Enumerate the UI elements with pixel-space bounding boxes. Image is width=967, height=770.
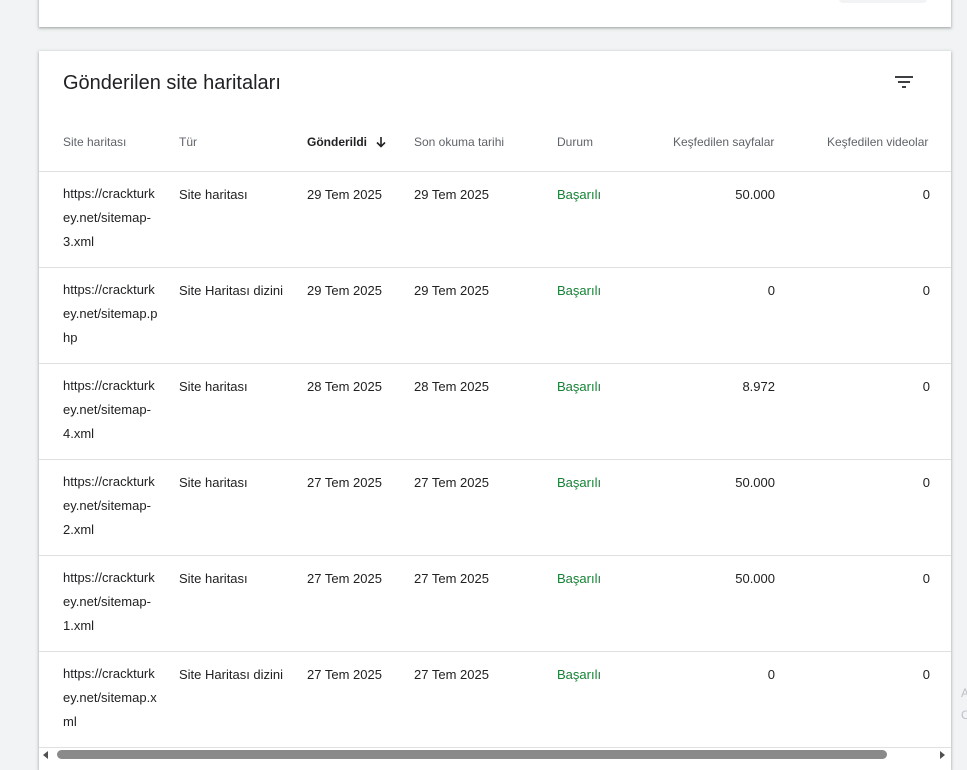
- cell-discovered-pages: 0: [767, 667, 775, 682]
- edge-text: A C: [961, 682, 967, 726]
- cell-last-read: 28 Tem 2025: [414, 379, 489, 394]
- cell-discovered-pages: 8.972: [742, 379, 775, 394]
- scroll-right-icon[interactable]: [940, 751, 945, 759]
- cell-submitted: 29 Tem 2025: [307, 283, 382, 298]
- cell-submitted: 27 Tem 2025: [307, 571, 382, 586]
- column-header-submitted[interactable]: Gönderildi: [307, 135, 387, 151]
- cell-discovered-videos: 0: [922, 379, 930, 394]
- cell-sitemap[interactable]: https://crackturkey.net/sitemap.xml: [63, 662, 159, 734]
- cell-last-read: 29 Tem 2025: [414, 187, 489, 202]
- cell-discovered-pages: 50.000: [735, 187, 775, 202]
- edge-text-line: A: [961, 686, 967, 700]
- cell-discovered-pages: 50.000: [735, 475, 775, 490]
- table-row[interactable]: https://crackturkey.net/sitemap.xml Site…: [39, 652, 951, 748]
- arrow-down-icon: [375, 136, 387, 151]
- filter-list-icon[interactable]: [892, 70, 916, 94]
- cell-type: Site Haritası dizini: [179, 283, 284, 298]
- cell-last-read: 27 Tem 2025: [414, 667, 489, 682]
- table-row[interactable]: https://crackturkey.net/sitemap-1.xml Si…: [39, 556, 951, 652]
- cell-status: Başarılı: [557, 187, 602, 202]
- cell-discovered-videos: 0: [922, 571, 930, 586]
- cell-discovered-videos: 0: [922, 187, 930, 202]
- cell-type: Site haritası: [179, 187, 248, 202]
- table-row[interactable]: https://crackturkey.net/sitemap-2.xml Si…: [39, 460, 951, 556]
- cell-type: Site haritası: [179, 475, 248, 490]
- cell-last-read: 29 Tem 2025: [414, 283, 489, 298]
- table-body: https://crackturkey.net/sitemap-3.xml Si…: [39, 172, 951, 748]
- submitted-sitemaps-card: Gönderilen site haritaları Site haritası…: [39, 51, 951, 770]
- cell-discovered-pages: 0: [767, 283, 775, 298]
- cell-sitemap[interactable]: https://crackturkey.net/sitemap.php: [63, 278, 159, 350]
- horizontal-scrollbar[interactable]: [39, 749, 951, 761]
- cell-discovered-videos: 0: [922, 283, 930, 298]
- cell-discovered-videos: 0: [922, 667, 930, 682]
- table-row[interactable]: https://crackturkey.net/sitemap-3.xml Si…: [39, 172, 951, 268]
- column-header-status[interactable]: Durum: [557, 135, 593, 149]
- cell-submitted: 28 Tem 2025: [307, 379, 382, 394]
- scrollbar-thumb[interactable]: [57, 750, 887, 759]
- table-row[interactable]: https://crackturkey.net/sitemap.php Site…: [39, 268, 951, 364]
- column-header-last-read[interactable]: Son okuma tarihi: [414, 135, 504, 149]
- cell-sitemap[interactable]: https://crackturkey.net/sitemap-3.xml: [63, 182, 159, 254]
- cell-submitted: 27 Tem 2025: [307, 475, 382, 490]
- cell-type: Site Haritası dizini: [179, 667, 284, 682]
- column-header-submitted-label: Gönderildi: [307, 135, 367, 149]
- column-header-sitemap[interactable]: Site haritası: [63, 135, 126, 149]
- cell-last-read: 27 Tem 2025: [414, 475, 489, 490]
- cell-submitted: 29 Tem 2025: [307, 187, 382, 202]
- cell-sitemap[interactable]: https://crackturkey.net/sitemap-1.xml: [63, 566, 159, 638]
- cell-status: Başarılı: [557, 379, 602, 394]
- scroll-left-icon[interactable]: [43, 751, 48, 759]
- cell-last-read: 27 Tem 2025: [414, 571, 489, 586]
- column-header-discovered-videos[interactable]: Keşfedilen videolar: [827, 135, 928, 149]
- cell-status: Başarılı: [557, 667, 602, 682]
- cell-type: Site haritası: [179, 571, 248, 586]
- previous-card: [39, 0, 951, 27]
- cell-type: Site haritası: [179, 379, 248, 394]
- cell-discovered-videos: 0: [922, 475, 930, 490]
- cell-sitemap[interactable]: https://crackturkey.net/sitemap-4.xml: [63, 374, 159, 446]
- table-header: Site haritası Tür Gönderildi Son okuma t…: [39, 121, 951, 172]
- cell-status: Başarılı: [557, 475, 602, 490]
- column-header-discovered-pages[interactable]: Keşfedilen sayfalar: [673, 135, 774, 149]
- card-title: Gönderilen site haritaları: [63, 72, 281, 94]
- cell-sitemap[interactable]: https://crackturkey.net/sitemap-2.xml: [63, 470, 159, 542]
- cell-discovered-pages: 50.000: [735, 571, 775, 586]
- submit-button[interactable]: [839, 0, 927, 3]
- cell-submitted: 27 Tem 2025: [307, 667, 382, 682]
- column-header-type[interactable]: Tür: [179, 135, 197, 149]
- table-row[interactable]: https://crackturkey.net/sitemap-4.xml Si…: [39, 364, 951, 460]
- cell-status: Başarılı: [557, 571, 602, 586]
- cell-status: Başarılı: [557, 283, 602, 298]
- edge-text-line: C: [961, 708, 967, 722]
